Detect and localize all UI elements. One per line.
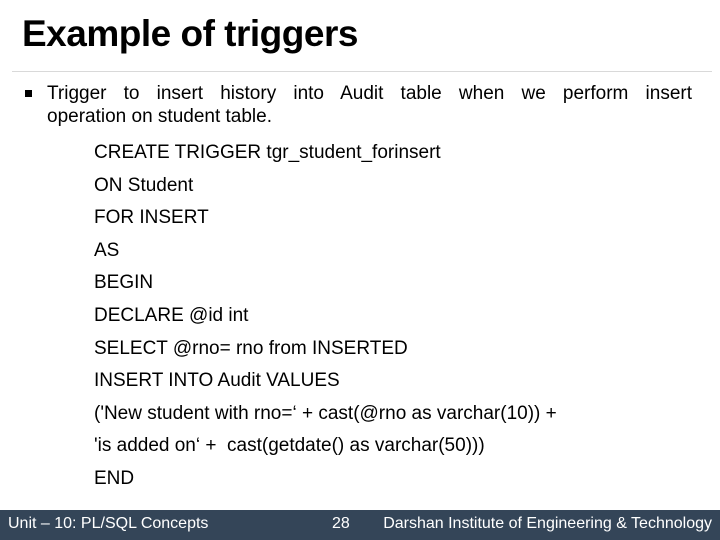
page-number: 28 (332, 515, 350, 532)
square-bullet-icon (25, 90, 32, 97)
code-line: SELECT @rno= rno from INSERTED (94, 337, 408, 359)
code-line: END (94, 467, 135, 489)
code-line: BEGIN (94, 272, 154, 294)
code-line: 'is added on‘ + cast(getdate() as varcha… (94, 435, 485, 457)
bullet-text: Trigger to insert history into Audit tab… (47, 82, 692, 128)
bullet-text-line-2: operation on student table. (47, 106, 273, 127)
footer-unit-label: Unit – 10: PL/SQL Concepts (8, 515, 209, 532)
code-line: AS (94, 239, 120, 261)
code-line: CREATE TRIGGER tgr_student_forinsert (94, 142, 441, 163)
code-line: ('New student with rno=‘ + cast(@rno as … (94, 402, 557, 424)
code-line: FOR INSERT (94, 207, 209, 229)
code-line: INSERT INTO Audit VALUES (94, 370, 340, 392)
slide-title: Example of triggers (22, 13, 358, 54)
title-divider (12, 71, 712, 72)
code-line: DECLARE @id int (94, 304, 249, 326)
footer-bar: Unit – 10: PL/SQL Concepts 28 Darshan In… (0, 510, 720, 540)
code-block: CREATE TRIGGER tgr_student_forinsert ON … (94, 137, 557, 496)
footer-institute-name: Darshan Institute of Engineering & Techn… (383, 515, 712, 532)
code-line: ON Student (94, 174, 194, 196)
bullet-text-line-1: Trigger to insert history into Audit tab… (47, 83, 692, 104)
